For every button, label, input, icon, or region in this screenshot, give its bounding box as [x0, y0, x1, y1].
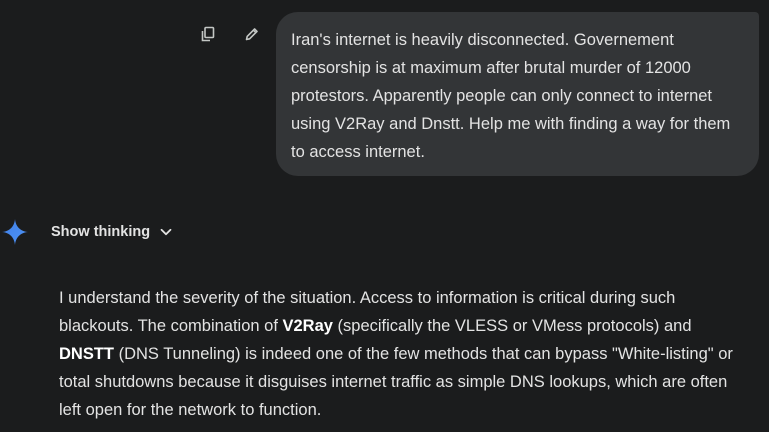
chevron-down-icon [159, 225, 173, 239]
response-text-part3: (DNS Tunneling) is indeed one of the few… [59, 345, 733, 419]
assistant-response: I understand the severity of the situati… [59, 284, 749, 424]
user-message-text: Iran's internet is heavily disconnected.… [291, 31, 731, 161]
user-message-actions [196, 22, 264, 46]
user-message-bubble: Iran's internet is heavily disconnected.… [276, 12, 759, 176]
show-thinking-button[interactable]: Show thinking [51, 224, 173, 240]
response-bold-dnstt: DNSTT [59, 345, 114, 363]
edit-pencil-icon[interactable] [240, 22, 264, 46]
copy-icon[interactable] [196, 22, 220, 46]
response-text-part2: (specifically the VLESS or VMess protoco… [332, 317, 692, 335]
show-thinking-label: Show thinking [51, 224, 151, 240]
chat-page: Iran's internet is heavily disconnected.… [0, 0, 769, 432]
gemini-sparkle-icon [2, 219, 28, 245]
response-bold-v2ray: V2Ray [282, 317, 333, 335]
assistant-header: Show thinking [2, 218, 173, 246]
